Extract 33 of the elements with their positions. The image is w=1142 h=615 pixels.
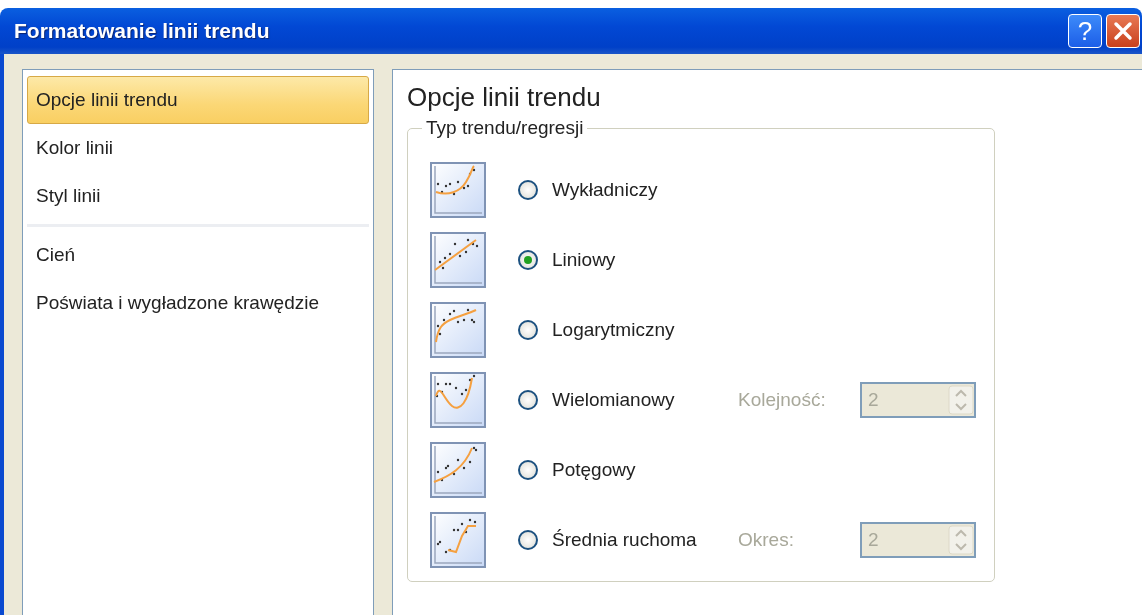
option-label[interactable]: Wykładniczy — [552, 179, 738, 201]
option-label[interactable]: Logarytmiczny — [552, 319, 738, 341]
sidebar-item[interactable]: Cień — [27, 231, 369, 279]
radio-button[interactable] — [518, 460, 538, 480]
spin-arrows-icon[interactable] — [948, 525, 974, 555]
trendline-chart-icon[interactable] — [430, 512, 486, 568]
parameter-label: Kolejność: — [738, 389, 827, 411]
sidebar-item[interactable]: Styl linii — [27, 172, 369, 220]
radio-button[interactable] — [518, 180, 538, 200]
radio-button[interactable] — [518, 530, 538, 550]
option-label[interactable]: Liniowy — [552, 249, 738, 271]
spin-arrows-icon[interactable] — [948, 385, 974, 415]
option-label[interactable]: Potęgowy — [552, 459, 738, 481]
trendline-chart-icon[interactable] — [430, 162, 486, 218]
trendline-chart-icon[interactable] — [430, 302, 486, 358]
sidebar-item[interactable]: Kolor linii — [27, 124, 369, 172]
option-label[interactable]: Wielomianowy — [552, 389, 738, 411]
parameter-label: Okres: — [738, 529, 795, 551]
option-label[interactable]: Średnia ruchoma — [552, 529, 738, 551]
panel-heading: Opcje linii trendu — [407, 82, 602, 113]
trendline-chart-icon[interactable] — [430, 372, 486, 428]
close-icon — [1113, 21, 1133, 41]
close-button[interactable] — [1106, 14, 1140, 48]
window-title: Formatowanie linii trendu — [14, 19, 270, 43]
radio-button[interactable] — [518, 320, 538, 340]
help-button[interactable]: ? — [1068, 14, 1102, 48]
sidebar-item[interactable]: Poświata i wygładzone krawędzie — [27, 279, 369, 327]
sidebar-item[interactable]: Opcje linii trendu — [27, 76, 369, 124]
trendline-chart-icon[interactable] — [430, 232, 486, 288]
radio-button[interactable] — [518, 250, 538, 270]
radio-button[interactable] — [518, 390, 538, 410]
trendline-chart-icon[interactable] — [430, 442, 486, 498]
group-title: Typ trendu/regresji — [425, 117, 585, 139]
